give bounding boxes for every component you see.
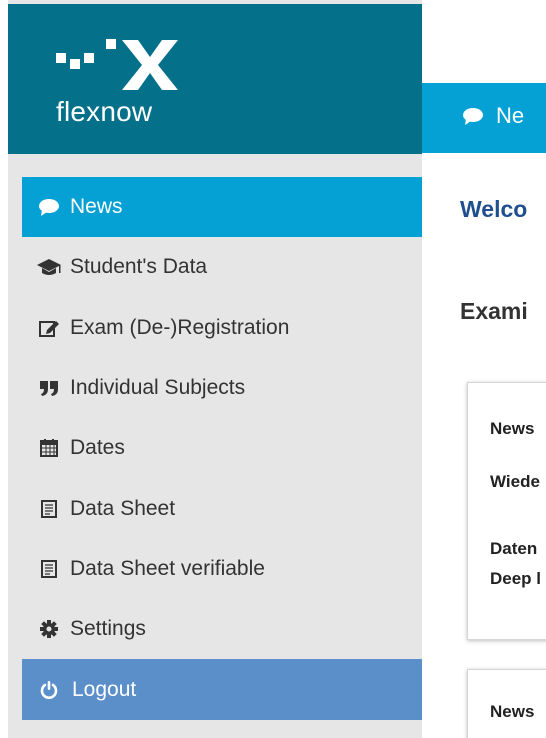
sidebar-item-individual-subjects[interactable]: Individual Subjects [22,358,422,418]
cog-icon [36,618,62,640]
graduation-cap-icon [36,256,62,278]
sidebar-item-data-sheet[interactable]: Data Sheet [22,478,422,538]
news-card-line: Wiede [490,472,540,491]
logo-text: flexnow [56,96,153,127]
sidebar-item-dates[interactable]: Dates [22,418,422,478]
power-icon [36,679,62,701]
sidebar-item-label: Data Sheet [70,496,176,520]
sidebar-item-label: News [70,195,123,219]
news-card: News [467,669,546,738]
comment-icon [36,196,62,218]
sidebar-item-label: Settings [70,617,146,641]
document-icon [36,558,62,580]
exam-heading: Exami [460,298,528,324]
sidebar-item-label: Dates [70,436,125,460]
sidebar-item-data-sheet-verifiable[interactable]: Data Sheet verifiable [22,539,422,599]
news-card: News Wiede Daten Deep l [467,382,546,640]
sidebar-item-logout[interactable]: Logout [22,659,422,720]
sidebar-item-news[interactable]: News [22,177,422,238]
news-card-title: News [490,419,535,438]
news-card-line: Daten [490,539,538,558]
header-label: Ne [496,103,525,128]
document-icon [36,498,62,520]
sidebar-menu: News Student's Data Exam (De-)Registrati… [22,177,422,720]
sidebar-item-students-data[interactable]: Student's Data [22,237,422,297]
quote-icon [36,377,62,399]
page-header-bar: Ne [422,83,546,153]
logout-label: Logout [72,677,137,701]
welcome-heading: Welco [460,196,528,222]
brand-header: flexnow [8,4,422,154]
page-header-title: Ne [462,103,524,129]
sidebar-item-label: Student's Data [70,255,208,279]
sidebar-item-exam-registration[interactable]: Exam (De-)Registration [22,298,422,358]
news-card-line: Deep l [490,569,542,588]
sidebar-item-label: Individual Subjects [70,376,246,400]
logo-mark-icon [56,39,178,90]
main-content: Welco Exami News Wiede Daten Deep l News [422,153,546,738]
news-card-title: News [490,702,535,721]
sidebar-item-settings[interactable]: Settings [22,599,422,659]
calendar-icon [36,437,62,459]
sidebar-item-label: Data Sheet verifiable [70,556,265,580]
comment-icon [462,105,488,127]
sidebar-item-label: Exam (De-)Registration [70,315,290,339]
flexnow-logo[interactable]: flexnow [52,34,202,134]
edit-icon [36,317,62,339]
